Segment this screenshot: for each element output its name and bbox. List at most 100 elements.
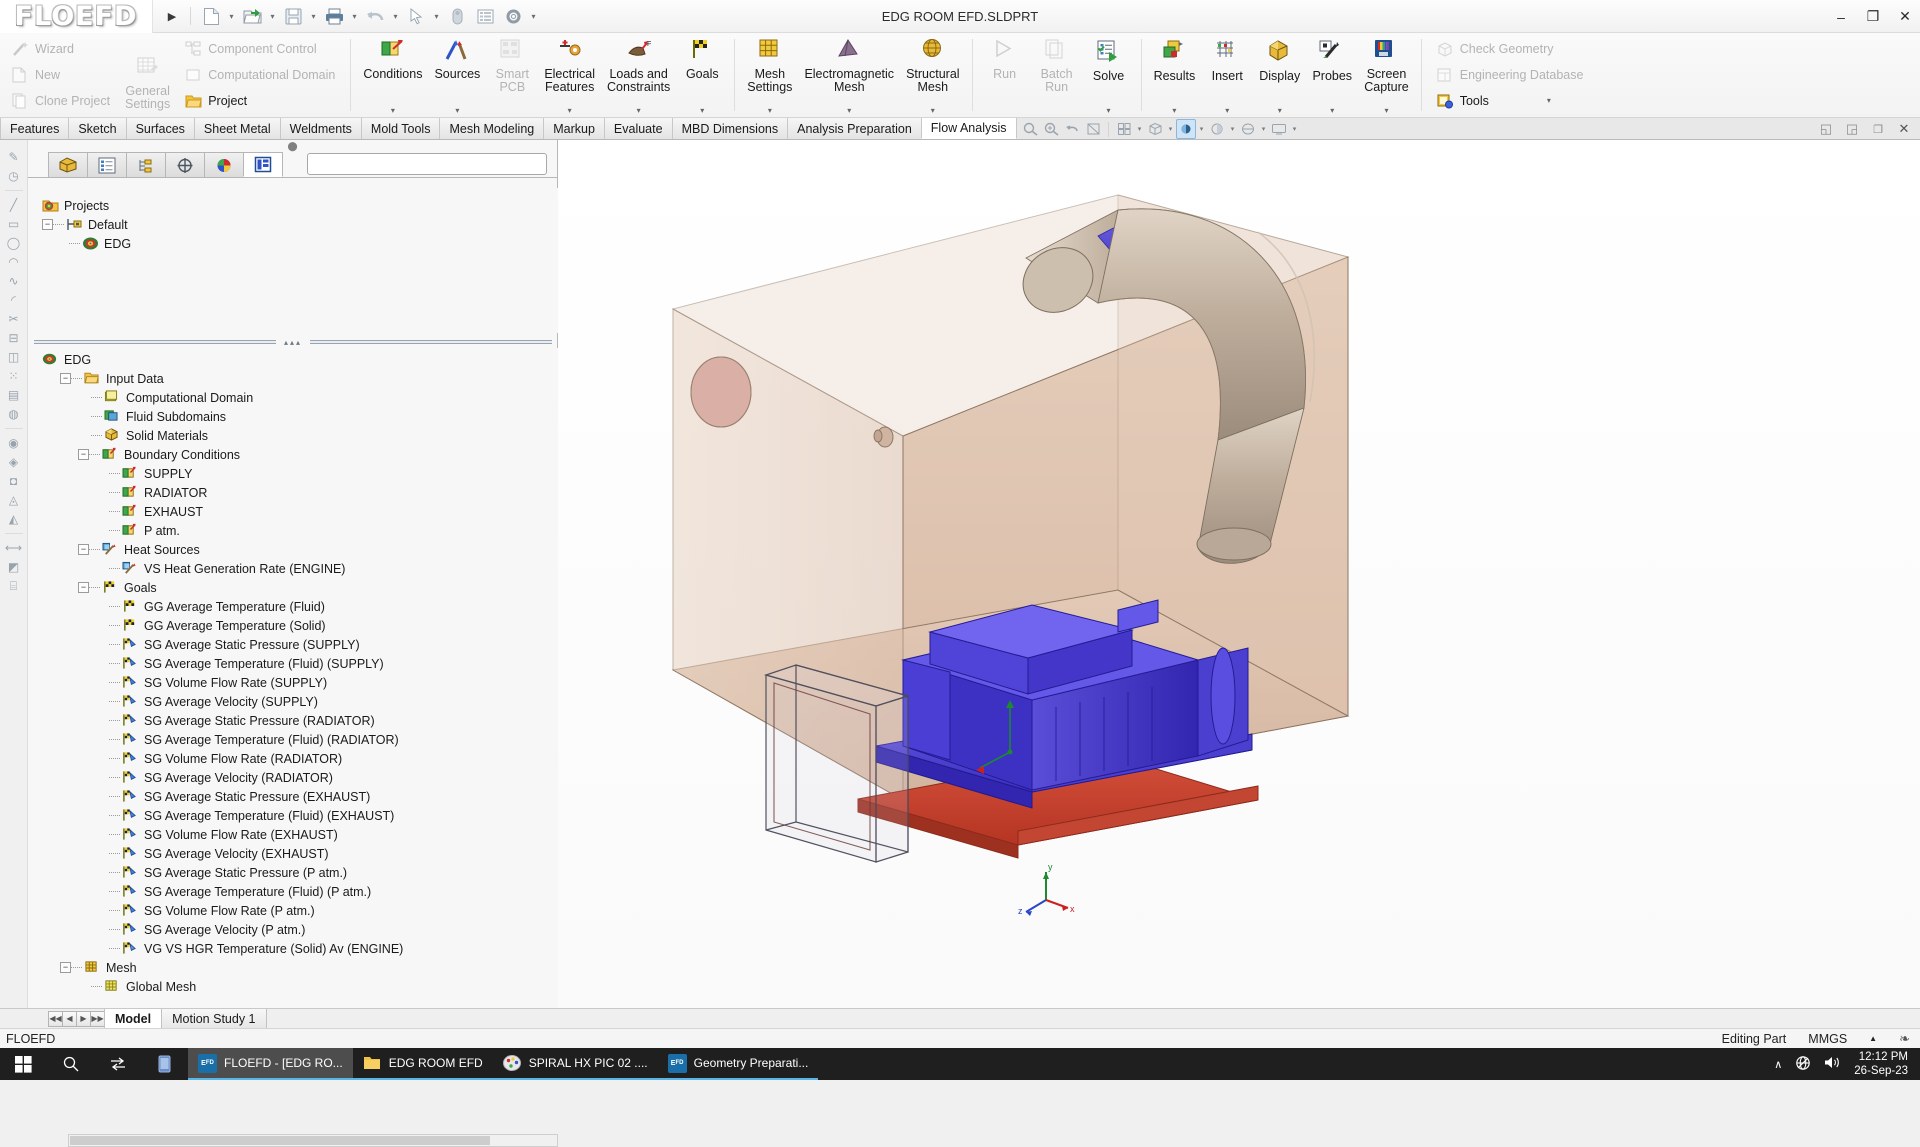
tree-node[interactable]: SG Average Static Pressure (EXHAUST) — [28, 787, 558, 806]
extrude-rail-icon[interactable]: ▤ — [4, 386, 24, 404]
ribbon-item-component-control[interactable]: Component Control — [182, 37, 338, 61]
minimize-button[interactable]: – — [1832, 9, 1850, 25]
arc-rail-icon[interactable]: ◠ — [4, 253, 24, 271]
maximize-button[interactable]: ❐ — [1864, 8, 1882, 25]
ribbon-button-batch-run[interactable]: Batch Run — [1031, 33, 1083, 118]
tree-node[interactable]: − Heat Sources — [28, 540, 558, 559]
tree-node[interactable]: GG Average Temperature (Solid) — [28, 616, 558, 635]
tab-analysis-preparation[interactable]: Analysis Preparation — [787, 118, 922, 139]
tree-node[interactable]: EDG — [28, 350, 558, 369]
last-tab-button[interactable]: ▶▶ — [90, 1010, 105, 1027]
shell-rail-icon[interactable]: ◘ — [4, 472, 24, 490]
taskbar-item-spiral-hx-pic[interactable]: SPIRAL HX PIC 02 .... — [492, 1048, 658, 1080]
tree-node[interactable]: − Goals — [28, 578, 558, 597]
close-doc-icon[interactable]: ✕ — [1894, 119, 1914, 139]
tree-node-default[interactable]: − Default — [28, 215, 558, 234]
zoom-to-fit-icon[interactable] — [1020, 119, 1040, 139]
status-units-caret[interactable]: ▲ — [1869, 1034, 1877, 1043]
tree-node[interactable]: Global Mesh — [28, 977, 558, 996]
save-icon[interactable] — [280, 3, 306, 29]
edit-appearance-icon[interactable] — [1207, 119, 1227, 139]
rib-rail-icon[interactable]: ◬ — [4, 491, 24, 509]
chevron-down-icon[interactable]: ▾ — [1228, 125, 1237, 133]
apply-scene-icon[interactable] — [1238, 119, 1258, 139]
configuration-manager-tab[interactable] — [126, 152, 166, 177]
zoom-to-area-icon[interactable] — [1041, 119, 1061, 139]
chevron-down-icon[interactable]: ▾ — [847, 107, 851, 118]
first-tab-button[interactable]: ◀◀ — [48, 1010, 63, 1027]
tab-surfaces[interactable]: Surfaces — [125, 118, 195, 139]
chevron-down-icon[interactable]: ▾ — [1384, 107, 1388, 118]
ribbon-button-conditions[interactable]: Conditions ▾ — [357, 33, 428, 118]
tree-node[interactable]: − Input Data — [28, 369, 558, 388]
open-document-caret[interactable]: ▾ — [267, 3, 278, 29]
tree-node[interactable]: SG Volume Flow Rate (RADIATOR) — [28, 749, 558, 768]
chevron-down-icon[interactable]: ▾ — [1547, 97, 1551, 105]
search-icon[interactable] — [47, 1048, 94, 1080]
display-manager-tab[interactable] — [204, 152, 244, 177]
ribbon-button-probes[interactable]: Probes ▾ — [1306, 33, 1358, 118]
task-view-icon[interactable] — [94, 1048, 141, 1080]
ribbon-button-smart-pcb[interactable]: Smart PCB — [486, 33, 538, 118]
tree-node-edg-project[interactable]: EDG — [28, 234, 558, 253]
ribbon-button-loads-constraints[interactable]: F Loads and Constraints ▾ — [601, 33, 676, 118]
tab-mold-tools[interactable]: Mold Tools — [360, 118, 441, 139]
tree-node[interactable]: VS Heat Generation Rate (ENGINE) — [28, 559, 558, 578]
tree-node[interactable]: SG Average Velocity (RADIATOR) — [28, 768, 558, 787]
open-document-icon[interactable] — [239, 3, 265, 29]
collapse-toggle[interactable]: − — [42, 219, 53, 230]
maximize-doc-icon[interactable]: ❐ — [1868, 119, 1888, 139]
chevron-down-icon[interactable]: ▾ — [1259, 125, 1268, 133]
tree-node[interactable]: EXHAUST — [28, 502, 558, 521]
feature-manager-tab[interactable] — [48, 152, 88, 177]
loft-rail-icon[interactable]: ◈ — [4, 453, 24, 471]
options-gear-icon[interactable] — [500, 3, 526, 29]
collapse-toggle[interactable]: − — [78, 544, 89, 555]
ribbon-button-insert[interactable]: Insert ▾ — [1201, 33, 1253, 118]
restore-viewport-right-icon[interactable]: ◲ — [1842, 119, 1862, 139]
rectangle-rail-icon[interactable]: ▭ — [4, 215, 24, 233]
tab-features[interactable]: Features — [0, 118, 70, 139]
tree-node[interactable]: RADIATOR — [28, 483, 558, 502]
collapse-toggle[interactable]: − — [60, 962, 71, 973]
property-manager-tab[interactable] — [87, 152, 127, 177]
tab-sheet-metal[interactable]: Sheet Metal — [193, 118, 281, 139]
ribbon-button-display[interactable]: Display ▾ — [1253, 33, 1306, 118]
tree-node[interactable]: P atm. — [28, 521, 558, 540]
tree-node[interactable]: SG Volume Flow Rate (SUPPLY) — [28, 673, 558, 692]
pin-icon[interactable]: ⬤ — [287, 141, 297, 152]
options-caret[interactable]: ▾ — [528, 3, 539, 29]
offset-rail-icon[interactable]: ⊟ — [4, 329, 24, 347]
collapse-toggle[interactable]: − — [78, 582, 89, 593]
view-orientation-icon[interactable] — [1114, 119, 1134, 139]
taskbar-item-edg-room-efd-folder[interactable]: EDG ROOM EFD — [352, 1048, 493, 1080]
ribbon-item-engineering-database[interactable]: Engineering Database — [1434, 63, 1587, 87]
tab-weldments[interactable]: Weldments — [279, 118, 362, 139]
ribbon-button-solve[interactable]: Solve ▾ — [1083, 33, 1135, 118]
sketch-rail-icon[interactable]: ✎ — [4, 148, 24, 166]
tree-node[interactable]: SUPPLY — [28, 464, 558, 483]
ribbon-item-clone-project[interactable]: Clone Project — [9, 89, 113, 113]
tree-node[interactable]: SG Average Temperature (Fluid) (EXHAUST) — [28, 806, 558, 825]
smart-dimension-rail-icon[interactable]: ◷ — [4, 167, 24, 185]
new-document-icon[interactable] — [198, 3, 224, 29]
tree-node[interactable]: Fluid Subdomains — [28, 407, 558, 426]
select-icon[interactable] — [403, 3, 429, 29]
collapse-toggle[interactable]: − — [78, 449, 89, 460]
chevron-down-icon[interactable]: ▾ — [931, 107, 935, 118]
show-hidden-icons-chevron[interactable]: ∧ — [1774, 1058, 1782, 1071]
taskbar-clock[interactable]: 12:12 PM 26-Sep-23 — [1854, 1050, 1908, 1078]
tree-node[interactable]: SG Average Temperature (Fluid) (RADIATOR… — [28, 730, 558, 749]
collapse-toggle[interactable]: − — [60, 373, 71, 384]
revolve-rail-icon[interactable]: ◍ — [4, 405, 24, 423]
restore-viewport-left-icon[interactable]: ◱ — [1816, 119, 1836, 139]
flow-analysis-tree-tab[interactable] — [243, 152, 283, 177]
volume-icon[interactable] — [1824, 1055, 1841, 1073]
ribbon-button-goals[interactable]: Goals ▾ — [676, 33, 728, 118]
ribbon-button-electromagnetic-mesh[interactable]: Electromagnetic Mesh ▾ — [798, 33, 900, 118]
ribbon-button-mesh-settings[interactable]: Mesh Settings ▾ — [741, 33, 798, 118]
ribbon-item-tools[interactable]: Tools ▾ — [1434, 89, 1587, 113]
print-caret[interactable]: ▾ — [349, 3, 360, 29]
taskbar-item-floefd[interactable]: E FD FLOEFD - [EDG RO... — [188, 1048, 353, 1080]
view-settings-icon[interactable] — [1269, 119, 1289, 139]
